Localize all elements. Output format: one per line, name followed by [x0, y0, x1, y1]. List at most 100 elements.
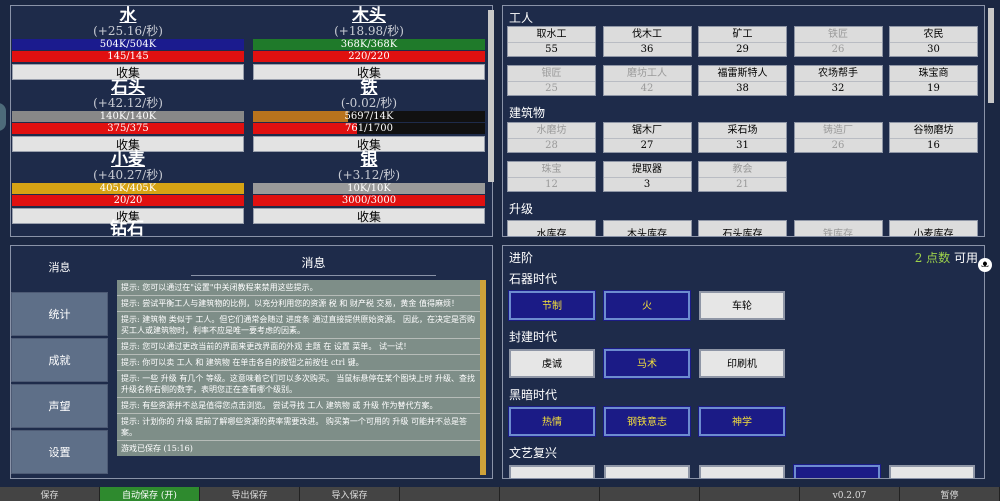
tab-settings[interactable]: 设置 — [11, 430, 108, 474]
workers-card[interactable]: 磨坊工人 42 — [602, 65, 692, 96]
era-upgrade-button[interactable]: 节制 — [508, 290, 596, 321]
buildings-label: 提取器 — [603, 162, 691, 178]
buildings-count: 26 — [831, 140, 845, 151]
blank-button[interactable] — [600, 487, 700, 501]
workers-card[interactable]: 福雷斯特人 38 — [698, 65, 787, 96]
tab-achievements[interactable]: 成就 — [11, 338, 108, 382]
capacity-bar: 10K/10K — [253, 183, 485, 194]
bottom-bar: 保存 自动保存 (开) 导出保存 导入保存 v0.2.07 暂停 — [0, 487, 1000, 501]
message-line: 提示: 计划你的 升级 提前了解哪些资源的费率需要改进。 购买第一个可用的 升级… — [117, 414, 480, 441]
message-log-scrollbar[interactable] — [480, 280, 486, 475]
save-button[interactable]: 保存 — [0, 487, 100, 501]
buildings-label: 采石场 — [699, 123, 786, 139]
era-upgrade-button[interactable]: 热情 — [508, 406, 596, 437]
workers-count: 19 — [927, 83, 940, 94]
resources-scrollbar[interactable] — [488, 10, 494, 182]
resource-rate: (-0.02/秒) — [340, 96, 398, 110]
cat-icon[interactable]: ᴥ — [978, 258, 992, 272]
era-upgrade-button[interactable] — [889, 465, 975, 478]
era-upgrade-button[interactable]: 虔诚 — [509, 349, 595, 378]
capacity-text: 10K/10K — [347, 183, 391, 194]
tab-prestige[interactable]: 声望 — [11, 384, 108, 428]
buildings-card[interactable]: 珠宝 12 — [507, 161, 596, 192]
workers-label: 农民 — [890, 27, 977, 43]
points-suffix: 可用 — [953, 251, 978, 265]
resource-name: 水 — [119, 6, 137, 26]
upgrade-card[interactable]: 木头库存 — [602, 220, 692, 236]
blank-button[interactable] — [700, 487, 800, 501]
era-upgrade-button[interactable]: 神学 — [698, 406, 786, 437]
workers-count: 25 — [545, 83, 558, 94]
buildings-label: 教会 — [699, 162, 786, 178]
workers-card[interactable]: 伐木工 36 — [602, 26, 692, 57]
buildings-card[interactable]: 教会 21 — [698, 161, 787, 192]
workers-card[interactable]: 珠宝商 19 — [889, 65, 978, 96]
upgrade-card[interactable]: 小麦库存 — [889, 220, 978, 236]
resource-rate: (+3.12/秒) — [337, 168, 401, 182]
message-log: 提示: 您可以通过在"设置"中关闭教程来禁用这些提示。 提示: 尝试平衡工人与建筑… — [117, 280, 480, 475]
buildings-card[interactable]: 提取器 3 — [602, 161, 692, 192]
buildings-card[interactable]: 锯木厂 27 — [602, 122, 692, 153]
capacity-bar: 5697/14K — [253, 111, 485, 122]
buildings-card[interactable]: 采石场 31 — [698, 122, 787, 153]
workers-count: 29 — [736, 44, 749, 55]
resource-partial: 钻石 — [11, 221, 243, 237]
capacity-bar: 405K/405K — [12, 183, 244, 194]
buildings-card[interactable]: 铸造厂 26 — [793, 122, 883, 153]
pause-button[interactable]: 暂停 — [900, 487, 1000, 501]
workers-card[interactable]: 农场帮手 32 — [793, 65, 883, 96]
blank-button[interactable] — [400, 487, 500, 501]
workers-label: 银匠 — [508, 66, 595, 82]
collect-button[interactable]: 收集 — [253, 208, 485, 224]
upgrade-card[interactable]: 铁库存 — [793, 220, 883, 236]
era-upgrade-button[interactable] — [604, 465, 690, 478]
workers-card[interactable]: 银匠 25 — [507, 65, 596, 96]
workers-label: 珠宝商 — [890, 66, 977, 82]
workers-label: 矿工 — [699, 27, 786, 43]
workers-label: 铁匠 — [794, 27, 882, 43]
workers-card[interactable]: 矿工 29 — [698, 26, 787, 57]
side-handle[interactable] — [0, 103, 6, 131]
buildings-label: 水磨坊 — [508, 123, 595, 139]
era-upgrade-button[interactable]: 火 — [603, 290, 691, 321]
buildings-card[interactable]: 水磨坊 28 — [507, 122, 596, 153]
resource-cell: 银 (+3.12/秒) 10K/10K 3000/3000 收集 — [253, 152, 485, 224]
version-label: v0.2.07 — [800, 487, 900, 501]
buildings-scrollbar[interactable] — [988, 8, 994, 103]
workers-card[interactable]: 取水工 55 — [507, 26, 596, 57]
era-upgrade-button[interactable] — [699, 465, 785, 478]
messages-heading: 消息 — [191, 254, 436, 276]
message-line: 提示: 有些资源并不总是值得您点击浏览。 尝试寻找 工人 建筑物 或 升级 作为… — [117, 398, 480, 414]
tab-stats[interactable]: 统计 — [11, 292, 108, 336]
workers-text: 145/145 — [107, 51, 149, 62]
upgrade-card[interactable]: 水库存 — [507, 220, 596, 236]
autosave-button[interactable]: 自动保存 (开) — [100, 487, 200, 501]
workers-text: 220/220 — [348, 51, 390, 62]
workers-count: 32 — [831, 83, 845, 94]
workers-bar: 761/1700 — [253, 123, 485, 134]
blank-button[interactable] — [500, 487, 600, 501]
era-upgrade-button[interactable]: 马术 — [603, 348, 691, 379]
import-save-button[interactable]: 导入保存 — [300, 487, 400, 501]
upgrade-card[interactable]: 石头库存 — [698, 220, 787, 236]
resource-cell: 木头 (+18.98/秒) 368K/368K 220/220 收集 — [253, 8, 485, 80]
resource-rate: (+42.12/秒) — [93, 96, 163, 110]
era-upgrade-button[interactable]: 车轮 — [699, 291, 785, 320]
buildings-count: 12 — [545, 179, 558, 190]
capacity-text: 5697/14K — [344, 111, 394, 122]
era-upgrade-button[interactable] — [509, 465, 595, 478]
era-upgrade-button[interactable]: 钢铁意志 — [603, 406, 691, 437]
capacity-text: 368K/368K — [340, 39, 398, 50]
era-upgrade-button[interactable] — [793, 464, 881, 478]
buildings-label: 珠宝 — [508, 162, 595, 178]
workers-card[interactable]: 农民 30 — [889, 26, 978, 57]
buildings-card[interactable]: 谷物磨坊 16 — [889, 122, 978, 153]
progress-title: 进阶 — [509, 251, 534, 265]
era-upgrade-button[interactable]: 印刷机 — [699, 349, 785, 378]
workers-count: 38 — [736, 83, 749, 94]
resource-cell: 铁 (-0.02/秒) 5697/14K 761/1700 收集 — [253, 80, 485, 152]
workers-card[interactable]: 铁匠 26 — [793, 26, 883, 57]
tab-messages[interactable]: 消息 — [11, 246, 108, 290]
export-save-button[interactable]: 导出保存 — [200, 487, 300, 501]
buildings-count: 27 — [640, 140, 654, 151]
